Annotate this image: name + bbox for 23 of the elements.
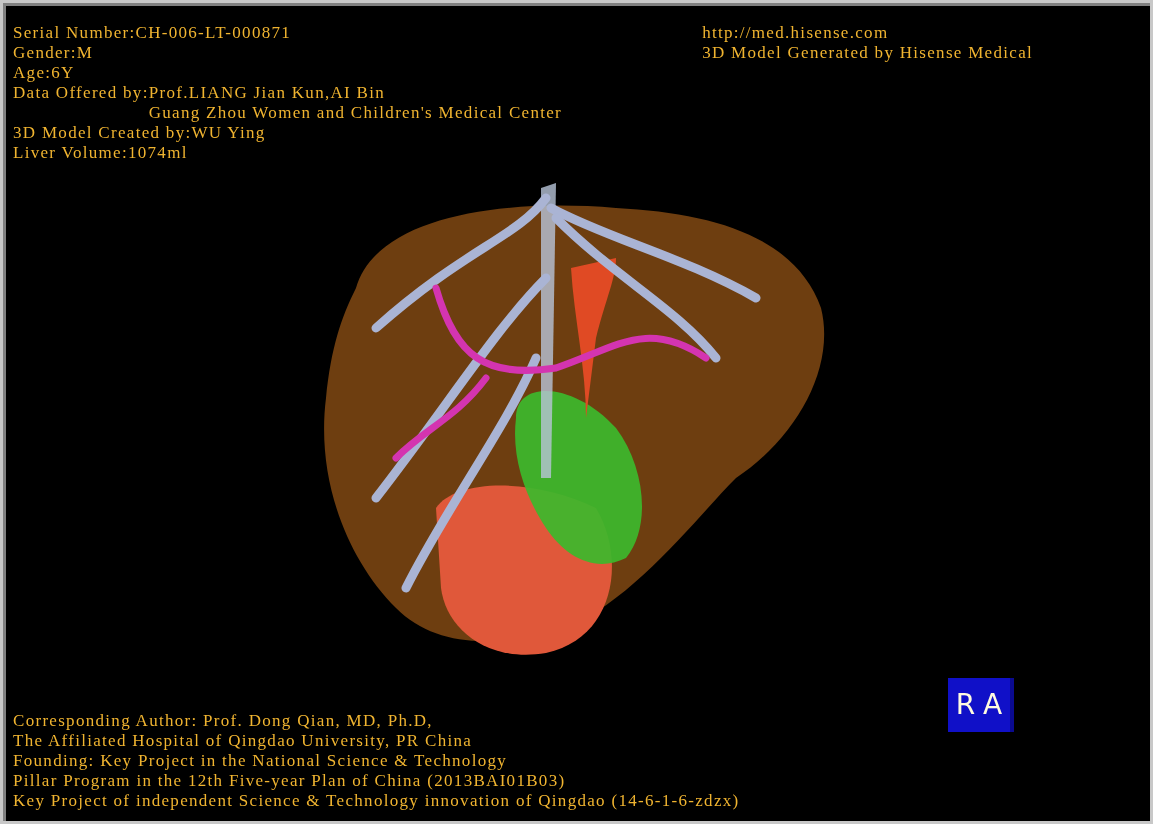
info-label: Serial Number: [13,23,136,43]
info-label: 3D Model Created by: [13,123,192,143]
info-label: Data Offered by: [13,83,149,104]
info-value: CH-006-LT-000871 [135,23,292,43]
info-value: Guang Zhou Women and Children's Medical Center [148,103,563,123]
axis-label: A [983,691,1003,719]
info-value: M [76,43,94,63]
credit-line: Pillar Program in the 12th Five-year Plan of China (2013BAI01B03) [13,771,567,791]
vendor-text: http://med.hisense.com [702,23,890,43]
orientation-cube[interactable]: R A [948,678,1014,732]
info-value: 1074ml [127,143,188,163]
info-value: 6Y [51,63,75,83]
info-value: Prof.LIANG Jian Kun,AI Bin [148,83,387,103]
vendor-text: 3D Model Generated by Hisense Medical [702,43,1033,63]
credit-line: The Affiliated Hospital of Qingdao University, PR China [13,731,474,751]
axis-label: R [955,691,976,719]
credit-line: Corresponding Author: Prof. Dong Qian, MD, Ph.D, [13,711,434,731]
credit-line: Key Project of independent Science & Technology innovation of Qingdao (14-6-1-6-zdzx) [13,791,741,811]
info-label: Gender: [13,43,77,63]
info-label: Age: [13,63,52,83]
info-value: WU Ying [191,123,266,143]
credit-line: Founding: Key Project in the National Science & Technology [13,751,509,771]
info-label: Liver Volume: [13,143,128,163]
